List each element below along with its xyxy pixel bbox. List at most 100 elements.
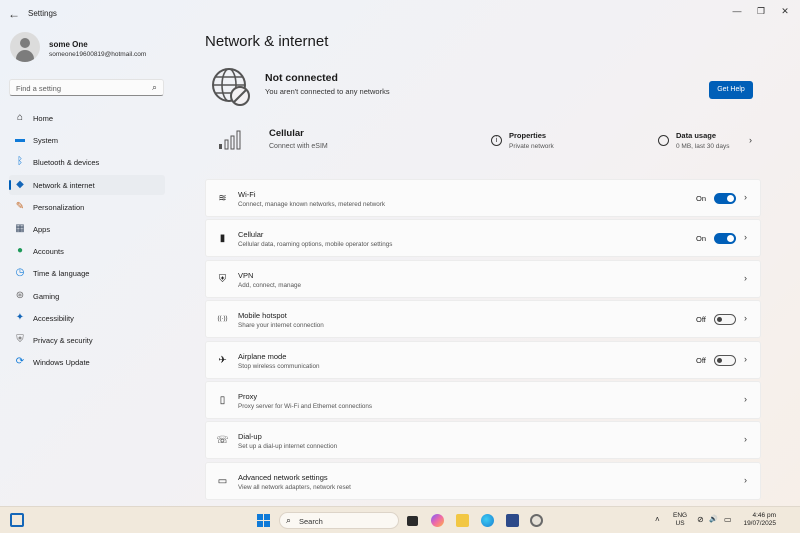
minimize-button[interactable]: — [728, 4, 746, 18]
setting-title: Dial-up [238, 432, 262, 442]
start-button[interactable] [257, 514, 270, 527]
data-usage-icon [658, 135, 669, 146]
sidebar-item-network-internet[interactable]: ◆ Network & internet [9, 174, 165, 195]
setting-row-mobile-hotspot[interactable]: ((·)) Mobile hotspot Share your internet c… [205, 300, 761, 339]
apps-icon: ▦ [15, 222, 25, 234]
chevron-right-icon[interactable]: › [744, 192, 747, 202]
data-usage-subtitle: 0 MB, last 30 days [676, 143, 730, 150]
sidebar-nav: ⌂ Home ▬ System ᛒ Bluetooth & devices ◆ Network… [9, 108, 165, 374]
toggle-switch[interactable] [714, 314, 736, 326]
chevron-right-icon[interactable]: › [744, 475, 747, 485]
chevron-right-icon[interactable]: › [744, 273, 747, 283]
sidebar-item-label: Bluetooth & devices [33, 158, 100, 168]
cellular-icon: ▮ [219, 233, 226, 245]
properties-subtitle: Private network [509, 143, 554, 150]
sidebar-item-gaming[interactable]: ⊛ Gaming [9, 286, 165, 306]
chevron-right-icon[interactable]: › [744, 313, 747, 323]
sidebar-item-label: Windows Update [33, 358, 90, 368]
toggle-switch[interactable] [714, 354, 736, 366]
task-view-icon[interactable] [407, 516, 418, 526]
search-icon: ⌕ [151, 82, 157, 92]
sidebar-item-label: Accessibility [33, 313, 74, 323]
app-title: Settings [28, 9, 57, 18]
settings-app-icon[interactable] [530, 514, 543, 527]
monitor-icon: ▭ [217, 475, 228, 487]
copilot-icon[interactable] [431, 514, 444, 527]
avatar[interactable] [10, 32, 40, 62]
shield-icon: ⛨ [16, 333, 24, 345]
setting-row-wi-fi[interactable]: ≋ Wi-Fi Connect, manage known networks, me… [205, 179, 761, 217]
chevron-right-icon[interactable]: › [744, 354, 747, 364]
search-placeholder: Find a setting [16, 84, 62, 93]
sidebar-item-windows-update[interactable]: ⟳ Windows Update [9, 352, 165, 372]
file-explorer-icon[interactable] [456, 514, 469, 527]
get-help-button[interactable]: Get Help [709, 81, 753, 99]
battery-icon[interactable]: ▭ [724, 515, 732, 524]
sidebar-item-label: Apps [33, 224, 51, 234]
sidebar-item-label: Time & language [33, 269, 90, 279]
toggle-switch[interactable] [714, 193, 736, 204]
sidebar-item-privacy-security[interactable]: ⛨ Privacy & security [9, 330, 165, 350]
cellular-summary-card[interactable]: Cellular Connect with eSIM i Properties … [205, 115, 761, 165]
info-icon: i [491, 135, 502, 146]
status-title: Not connected [265, 72, 338, 84]
vpn-shield-icon: ⛨ [218, 273, 227, 285]
sidebar-item-personalization[interactable]: ✎ Personalization [9, 197, 165, 217]
widgets-icon[interactable] [10, 513, 24, 527]
sidebar-item-apps[interactable]: ▦ Apps [9, 219, 165, 239]
accounts-icon: ● [16, 245, 24, 257]
wifi-icon: ≋ [218, 193, 227, 204]
setting-title: Airplane mode [238, 351, 287, 361]
setting-title: VPN [238, 270, 254, 280]
setting-subtitle: Cellular data, roaming options, mobile o… [238, 241, 393, 249]
setting-row-cellular[interactable]: ▮ Cellular Cellular data, roaming options,… [205, 219, 761, 258]
sidebar-item-accounts[interactable]: ● Accounts [9, 241, 165, 261]
language-indicator[interactable]: ENG US [673, 512, 687, 528]
setting-row-vpn[interactable]: ⛨ VPN Add, connect, manage › [205, 259, 761, 298]
sidebar-item-label: Personalization [33, 202, 85, 212]
properties-link[interactable]: Properties [509, 131, 546, 140]
network-icon: ◆ [16, 178, 24, 190]
clock[interactable]: 4:46 pm 19/07/2025 [740, 512, 776, 528]
setting-subtitle: View all network adapters, network reset [238, 483, 351, 491]
restore-button[interactable]: ❐ [752, 4, 770, 18]
status-subtitle: You aren't connected to any networks [265, 87, 390, 96]
tray-overflow-chevron-icon[interactable]: ˄ [655, 515, 660, 524]
sidebar-item-time-language[interactable]: ◷ Time & language [9, 263, 165, 283]
cellular-summary-title: Cellular [269, 128, 304, 139]
sidebar-item-home[interactable]: ⌂ Home [9, 108, 165, 128]
search-icon: ⌕ [286, 515, 292, 525]
search-input[interactable]: Find a setting ⌕ [9, 79, 164, 96]
chevron-right-icon[interactable]: › [744, 232, 747, 242]
setting-title: Proxy [238, 391, 258, 401]
language-code: ENG [673, 512, 688, 519]
profile-name: some One [49, 40, 88, 49]
sidebar-item-label: Accounts [33, 247, 64, 257]
chevron-right-icon[interactable]: › [744, 434, 747, 444]
setting-row-advanced-network-settings[interactable]: ▭ Advanced network settings View all netwo… [205, 461, 761, 500]
dialup-icon: ☏ [216, 435, 229, 447]
data-usage-link[interactable]: Data usage [676, 131, 716, 140]
sidebar-item-bluetooth-devices[interactable]: ᛒ Bluetooth & devices [9, 152, 165, 172]
accessibility-icon: ✦ [15, 311, 25, 323]
gamepad-icon: ⊛ [15, 289, 25, 301]
setting-row-dial-up[interactable]: ☏ Dial-up Set up a dial-up internet connec… [205, 421, 761, 460]
clock-time: 4:46 pm [752, 512, 777, 519]
toggle-switch[interactable] [714, 233, 736, 245]
sidebar-item-accessibility[interactable]: ✦ Accessibility [9, 308, 165, 328]
store-icon[interactable] [506, 514, 519, 527]
edge-browser-icon[interactable] [481, 514, 494, 527]
chevron-right-icon[interactable]: › [744, 394, 747, 404]
network-status-icon[interactable]: ⊘ [697, 515, 704, 524]
toggle-state-label: On [696, 234, 707, 244]
setting-title: Cellular [238, 230, 264, 240]
title-bar: ← Settings — ❐ ✕ [0, 0, 800, 28]
chevron-right-icon[interactable]: › [749, 135, 752, 145]
sidebar-item-system[interactable]: ▬ System [9, 130, 165, 150]
setting-row-proxy[interactable]: ▯ Proxy Proxy server for Wi-Fi and Etherne… [205, 380, 761, 419]
close-button[interactable]: ✕ [776, 4, 794, 18]
taskbar-search[interactable]: ⌕ Search [279, 512, 399, 529]
setting-row-airplane-mode[interactable]: ✈ Airplane mode Stop wireless communicatio… [205, 340, 761, 379]
volume-icon[interactable]: 🔊 [709, 515, 718, 523]
back-arrow-icon[interactable]: ← [6, 6, 22, 22]
